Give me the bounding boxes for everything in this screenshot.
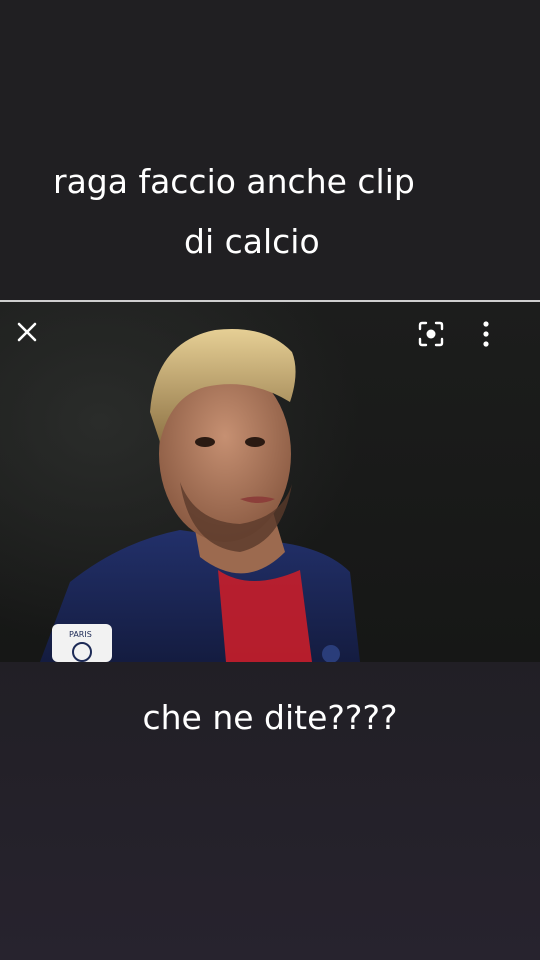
lens-icon[interactable] bbox=[417, 320, 461, 364]
jersey-red-stripe bbox=[218, 570, 312, 662]
more-vertical-icon[interactable] bbox=[481, 320, 525, 364]
caption-line-2: di calcio bbox=[184, 222, 320, 261]
right-eye bbox=[245, 437, 265, 447]
image-viewer[interactable]: PARIS bbox=[0, 300, 540, 662]
bottom-caption: che ne dite???? bbox=[142, 698, 398, 737]
story-screen: raga faccio anche clip di calcio PARIS c… bbox=[0, 0, 540, 960]
close-icon[interactable] bbox=[15, 320, 59, 364]
caption-line-1: raga faccio anche clip bbox=[53, 162, 415, 201]
left-eye bbox=[195, 437, 215, 447]
top-caption: raga faccio anche clip di calcio bbox=[0, 150, 540, 270]
badge-text: PARIS bbox=[69, 630, 92, 639]
